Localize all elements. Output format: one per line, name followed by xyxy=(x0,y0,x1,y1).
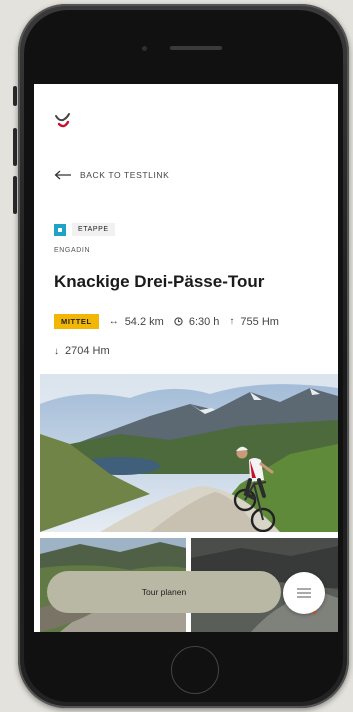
descent-value: 2704 Hm xyxy=(65,345,110,357)
volume-down-button xyxy=(13,176,17,214)
app-screen: BACK TO TESTLINK ETAPPE ENGADIN Knackige… xyxy=(34,84,338,632)
clock-icon xyxy=(174,317,183,326)
tour-photo-main[interactable] xyxy=(40,374,338,532)
menu-button[interactable] xyxy=(283,572,325,614)
home-button[interactable] xyxy=(171,646,219,694)
front-camera xyxy=(142,46,147,51)
tour-type-tag: ETAPPE xyxy=(54,223,115,236)
arrow-down-icon: ↓ xyxy=(54,345,59,357)
back-link[interactable]: BACK TO TESTLINK xyxy=(54,170,169,180)
arrow-up-icon: ↑ xyxy=(229,316,235,327)
difficulty-badge: MITTEL xyxy=(54,314,99,329)
ascent-value: 755 Hm xyxy=(240,315,279,328)
descent-stat: ↓ 2704 Hm xyxy=(54,345,110,357)
hamburger-menu-icon xyxy=(297,588,311,598)
earpiece-speaker xyxy=(170,46,222,50)
arrow-left-icon xyxy=(54,170,71,180)
tour-stats: MITTEL ↔ 54.2 km 6:30 h ↑ 755 Hm ↓ 2704 … xyxy=(54,314,324,357)
volume-up-button xyxy=(13,128,17,166)
duration-stat: 6:30 h xyxy=(174,315,220,328)
stage-square-icon xyxy=(54,223,66,236)
horizontal-arrows-icon: ↔ xyxy=(108,316,119,327)
distance-stat: ↔ 54.2 km xyxy=(109,316,164,328)
distance-value: 54.2 km xyxy=(124,315,164,328)
tour-title: Knackige Drei-Pässe-Tour xyxy=(54,272,265,291)
brand-logo-icon xyxy=(55,113,70,128)
tour-region: ENGADIN xyxy=(54,247,91,254)
plan-tour-button[interactable]: Tour planen xyxy=(47,571,281,613)
tour-type-label: ETAPPE xyxy=(72,223,115,236)
ascent-stat: ↑ 755 Hm xyxy=(229,316,279,328)
back-link-label: BACK TO TESTLINK xyxy=(80,170,170,180)
mute-switch xyxy=(13,86,17,106)
duration-value: 6:30 h xyxy=(188,315,220,328)
